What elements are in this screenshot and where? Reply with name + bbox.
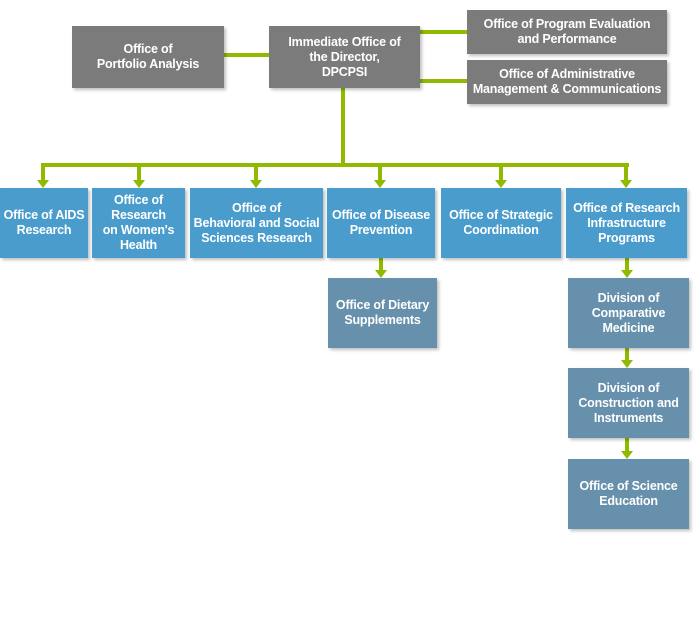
box-aids-research: Office of AIDS Research <box>0 188 88 258</box>
arrow-icon <box>250 180 262 188</box>
box-behavioral-social-sciences: Office of Behavioral and Social Sciences… <box>190 188 323 258</box>
arrow-icon <box>374 180 386 188</box>
arrow-icon <box>37 180 49 188</box>
arrow-icon <box>133 180 145 188</box>
box-comparative-medicine: Division of Comparative Medicine <box>568 278 689 348</box>
box-dietary-supplements: Office of Dietary Supplements <box>328 278 437 348</box>
arrow-icon <box>621 270 633 278</box>
box-research-womens-health: Office of Research on Women's Health <box>92 188 185 258</box>
box-disease-prevention: Office of Disease Prevention <box>327 188 435 258</box>
arrow-icon <box>621 451 633 459</box>
box-research-infrastructure: Office of Research Infrastructure Progra… <box>566 188 687 258</box>
arrow-icon <box>375 270 387 278</box>
arrow-icon <box>495 180 507 188</box>
box-portfolio-analysis: Office of Portfolio Analysis <box>72 26 224 88</box>
box-administrative-management: Office of Administrative Management & Co… <box>467 60 667 104</box>
box-science-education: Office of Science Education <box>568 459 689 529</box>
arrow-icon <box>620 180 632 188</box>
box-construction-instruments: Division of Construction and Instruments <box>568 368 689 438</box>
arrow-icon <box>621 360 633 368</box>
box-immediate-office-director: Immediate Office of the Director, DPCPSI <box>269 26 420 88</box>
box-program-evaluation: Office of Program Evaluation and Perform… <box>467 10 667 54</box>
box-strategic-coordination: Office of Strategic Coordination <box>441 188 561 258</box>
